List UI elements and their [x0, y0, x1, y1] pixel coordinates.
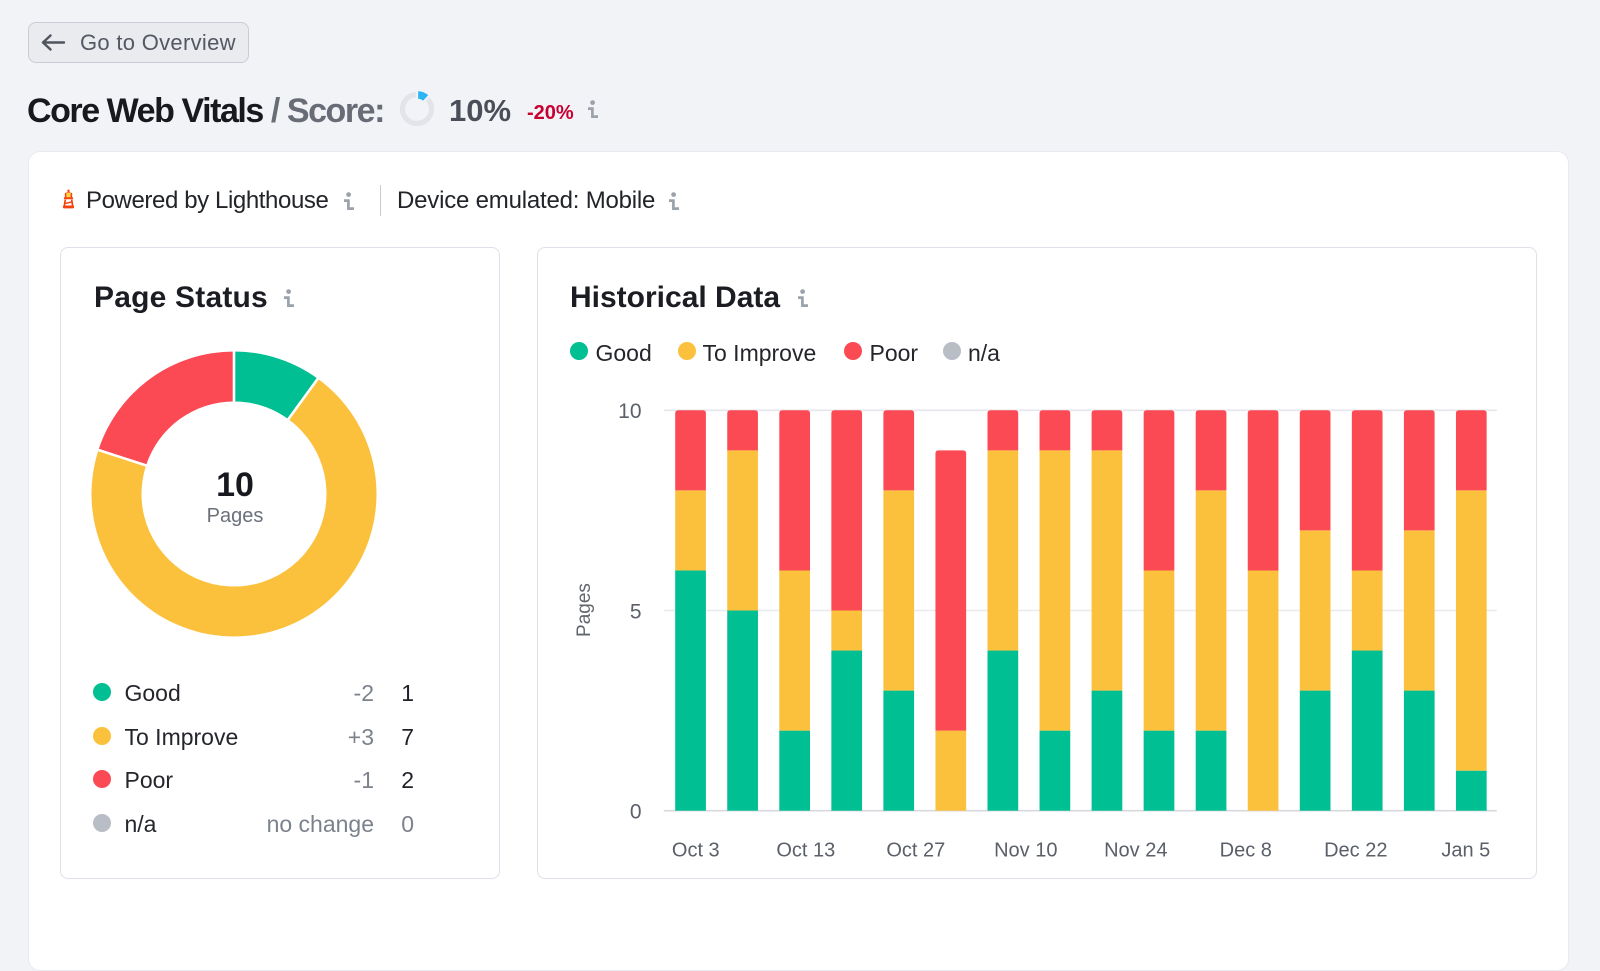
- svg-text:Nov 24: Nov 24: [1104, 839, 1167, 861]
- svg-text:Oct 3: Oct 3: [672, 839, 720, 861]
- svg-text:0: 0: [630, 800, 642, 823]
- svg-text:Oct 13: Oct 13: [776, 839, 835, 861]
- svg-text:10: 10: [618, 400, 641, 423]
- svg-text:Pages: Pages: [574, 583, 595, 637]
- svg-text:5: 5: [630, 600, 642, 623]
- svg-text:Nov 10: Nov 10: [994, 839, 1057, 861]
- svg-text:Dec 8: Dec 8: [1220, 839, 1272, 861]
- svg-text:Oct 27: Oct 27: [886, 839, 945, 861]
- svg-text:Dec 22: Dec 22: [1324, 839, 1387, 861]
- svg-text:Jan 5: Jan 5: [1441, 839, 1490, 861]
